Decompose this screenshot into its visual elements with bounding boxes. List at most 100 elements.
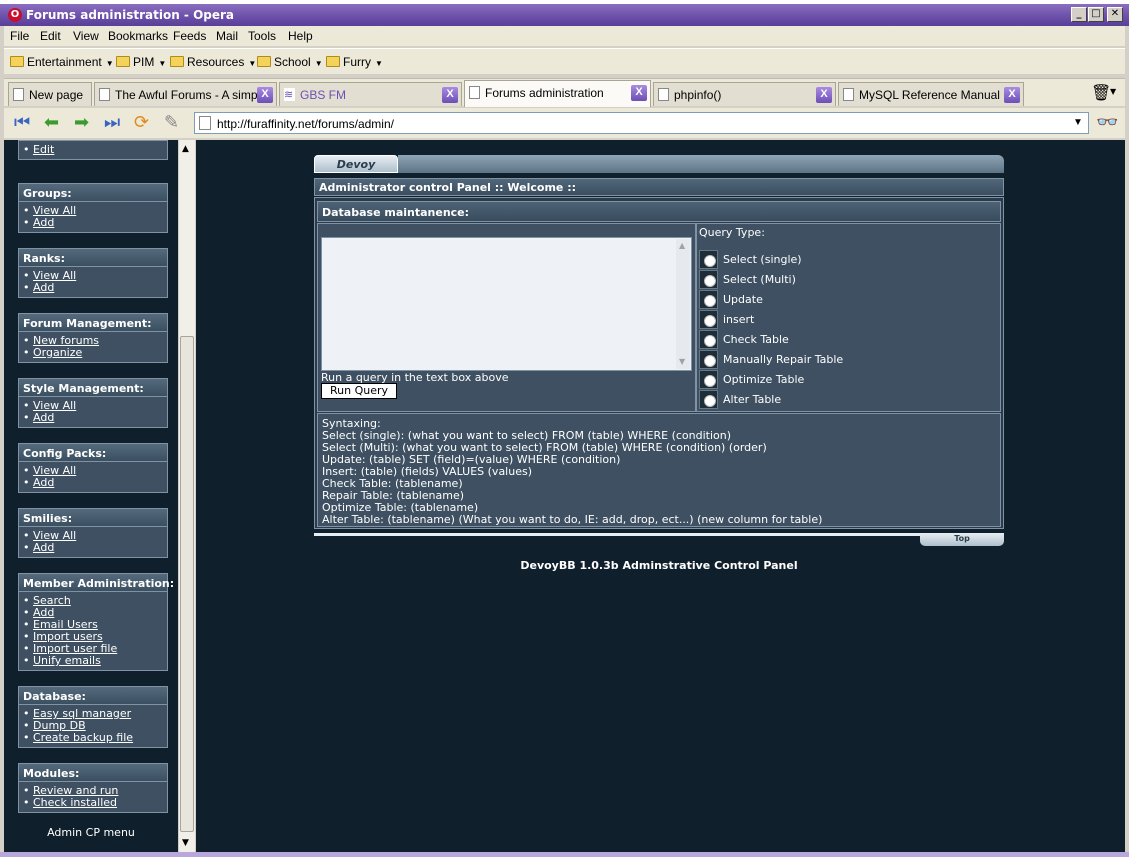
menu-mail[interactable]: Mail: [216, 29, 238, 43]
tab-forums-administration[interactable]: Forums administration X: [464, 80, 651, 107]
radio-select-multi[interactable]: [699, 270, 718, 289]
scroll-down-icon[interactable]: ▼: [182, 838, 189, 848]
sidebar-link-styles-add[interactable]: • Add: [23, 412, 163, 424]
menu-help[interactable]: Help: [288, 29, 313, 43]
syntax-help: Syntaxing: Select (single): (what you wa…: [317, 413, 1001, 527]
sidebar-link-unify-emails[interactable]: • Unify emails: [23, 655, 163, 667]
chevron-down-icon: ▼: [314, 59, 323, 68]
section-body: • View All • Add: [18, 461, 168, 493]
section-title: Database:: [18, 686, 168, 704]
close-tab-icon[interactable]: X: [257, 87, 273, 103]
menu-bar: File Edit View Bookmarks Feeds Mail Tool…: [4, 26, 1125, 46]
bookmark-label: Resources: [187, 55, 245, 69]
textarea-scrollbar[interactable]: ▲ ▼: [676, 239, 690, 369]
menu-bookmarks[interactable]: Bookmarks: [108, 29, 168, 43]
trash-icon[interactable]: 🗑: [1091, 83, 1111, 102]
opera-logo-icon: O: [8, 8, 22, 22]
sidebar-link-ranks-add[interactable]: • Add: [23, 282, 163, 294]
link-text: Add: [33, 216, 55, 229]
tab-mysql-manual[interactable]: MySQL Reference Manual ... X: [838, 82, 1024, 106]
tab-gbs-fm[interactable]: ≋ GBS FM X: [279, 82, 462, 106]
syntax-line: Alter Table: (tablename) (What you want …: [322, 513, 823, 526]
section-title: Ranks:: [18, 248, 168, 266]
address-field[interactable]: http://furaffinity.net/forums/admin/ ▼: [194, 112, 1089, 134]
scrollbar-thumb[interactable]: [180, 336, 194, 832]
radio-insert[interactable]: [699, 310, 718, 329]
radio-repair-table[interactable]: [699, 350, 718, 369]
admin-sidebar: • Edit Groups: • View All • Add Ranks: •…: [4, 140, 178, 852]
tab-new-page[interactable]: New page: [8, 82, 92, 106]
edit-pen-icon[interactable]: ✎: [164, 114, 179, 132]
link-text: Add: [33, 411, 55, 424]
forward-arrow-icon[interactable]: ➡: [74, 114, 89, 132]
sidebar-link-create-backup[interactable]: • Create backup file: [23, 732, 163, 744]
devoy-logo: Devoy: [314, 155, 398, 173]
radio-check-table[interactable]: [699, 330, 718, 349]
close-tab-icon[interactable]: X: [816, 87, 832, 103]
menu-tools[interactable]: Tools: [248, 29, 276, 43]
radio-label: Manually Repair Table: [723, 353, 844, 366]
scroll-up-icon[interactable]: ▲: [182, 144, 189, 154]
zoom-glasses-icon[interactable]: 👓: [1096, 114, 1118, 132]
query-textarea[interactable]: ▲ ▼: [321, 237, 692, 371]
scroll-up-icon[interactable]: ▲: [679, 241, 685, 250]
bookmark-label: Furry: [343, 55, 371, 69]
sidebar-scrollbar[interactable]: ▲ ▼: [178, 140, 195, 852]
close-tab-icon[interactable]: X: [631, 85, 647, 101]
close-tab-icon[interactable]: X: [442, 87, 458, 103]
sidebar-link-edit[interactable]: • Edit: [23, 144, 163, 156]
rewind-icon[interactable]: ⏮: [14, 114, 30, 132]
sidebar-section-ranks: Ranks: • View All • Add: [18, 248, 168, 298]
address-url: http://furaffinity.net/forums/admin/: [217, 117, 394, 131]
section-body: • New forums • Organize: [18, 331, 168, 363]
page-icon: [199, 116, 211, 130]
bookmark-folder-pim[interactable]: PIM ▼: [116, 55, 166, 69]
bookmark-label: Entertainment: [27, 55, 102, 69]
section-body: • Easy sql manager • Dump DB • Create ba…: [18, 704, 168, 748]
menu-file[interactable]: File: [10, 29, 29, 43]
radio-alter-table[interactable]: [699, 390, 718, 409]
maximize-button[interactable]: □: [1088, 7, 1104, 22]
sidebar-section-smilies: Smilies: • View All • Add: [18, 508, 168, 558]
sidebar-link-smilies-add[interactable]: • Add: [23, 542, 163, 554]
section-heading: Database maintanence:: [317, 201, 1001, 222]
menu-edit[interactable]: Edit: [40, 29, 61, 43]
sidebar-link-groups-add[interactable]: • Add: [23, 217, 163, 229]
menu-feeds[interactable]: Feeds: [173, 29, 206, 43]
close-window-button[interactable]: ✕: [1107, 7, 1123, 22]
bookmark-folder-school[interactable]: School ▼: [257, 55, 323, 69]
bookmark-folder-furry[interactable]: Furry ▼: [326, 55, 383, 69]
tab-label: New page: [29, 88, 84, 102]
link-text: Organize: [33, 346, 83, 359]
minimize-button[interactable]: _: [1071, 7, 1087, 22]
sidebar-link-check-installed[interactable]: • Check installed: [23, 797, 163, 809]
folder-icon: [326, 56, 340, 67]
run-query-button[interactable]: Run Query: [321, 383, 397, 399]
sidebar-section-database: Database: • Easy sql manager • Dump DB •…: [18, 686, 168, 748]
close-tab-icon[interactable]: X: [1004, 87, 1020, 103]
fast-forward-icon[interactable]: ⏭: [104, 114, 120, 132]
sidebar-link-config-add[interactable]: • Add: [23, 477, 163, 489]
menu-view[interactable]: View: [73, 29, 99, 43]
tab-label: GBS FM: [300, 88, 347, 102]
bookmark-label: PIM: [133, 55, 155, 69]
chevron-down-icon[interactable]: ▼: [1110, 87, 1116, 96]
radio-select-single[interactable]: [699, 250, 718, 269]
section-body: • View All • Add: [18, 266, 168, 298]
chevron-down-icon[interactable]: ▼: [1070, 115, 1086, 131]
welcome-heading: Administrator control Panel :: Welcome :…: [314, 178, 1004, 196]
bookmark-folder-entertainment[interactable]: Entertainment ▼: [10, 55, 114, 69]
radio-optimize-table[interactable]: [699, 370, 718, 389]
link-text: Create backup file: [33, 731, 134, 744]
bookmark-folder-resources[interactable]: Resources ▼: [170, 55, 256, 69]
top-link[interactable]: Top: [920, 533, 1004, 546]
radio-update[interactable]: [699, 290, 718, 309]
tab-awful-forums[interactable]: The Awful Forums - A simp... X: [94, 82, 277, 106]
section-title: Style Management:: [18, 378, 168, 396]
reload-icon[interactable]: ⟳: [134, 114, 149, 132]
sidebar-link-organize[interactable]: • Organize: [23, 347, 163, 359]
sidebar-footer: Admin CP menu: [47, 826, 135, 839]
tab-phpinfo[interactable]: phpinfo() X: [653, 82, 836, 106]
back-arrow-icon[interactable]: ⬅: [44, 114, 59, 132]
scroll-down-icon[interactable]: ▼: [679, 357, 685, 366]
